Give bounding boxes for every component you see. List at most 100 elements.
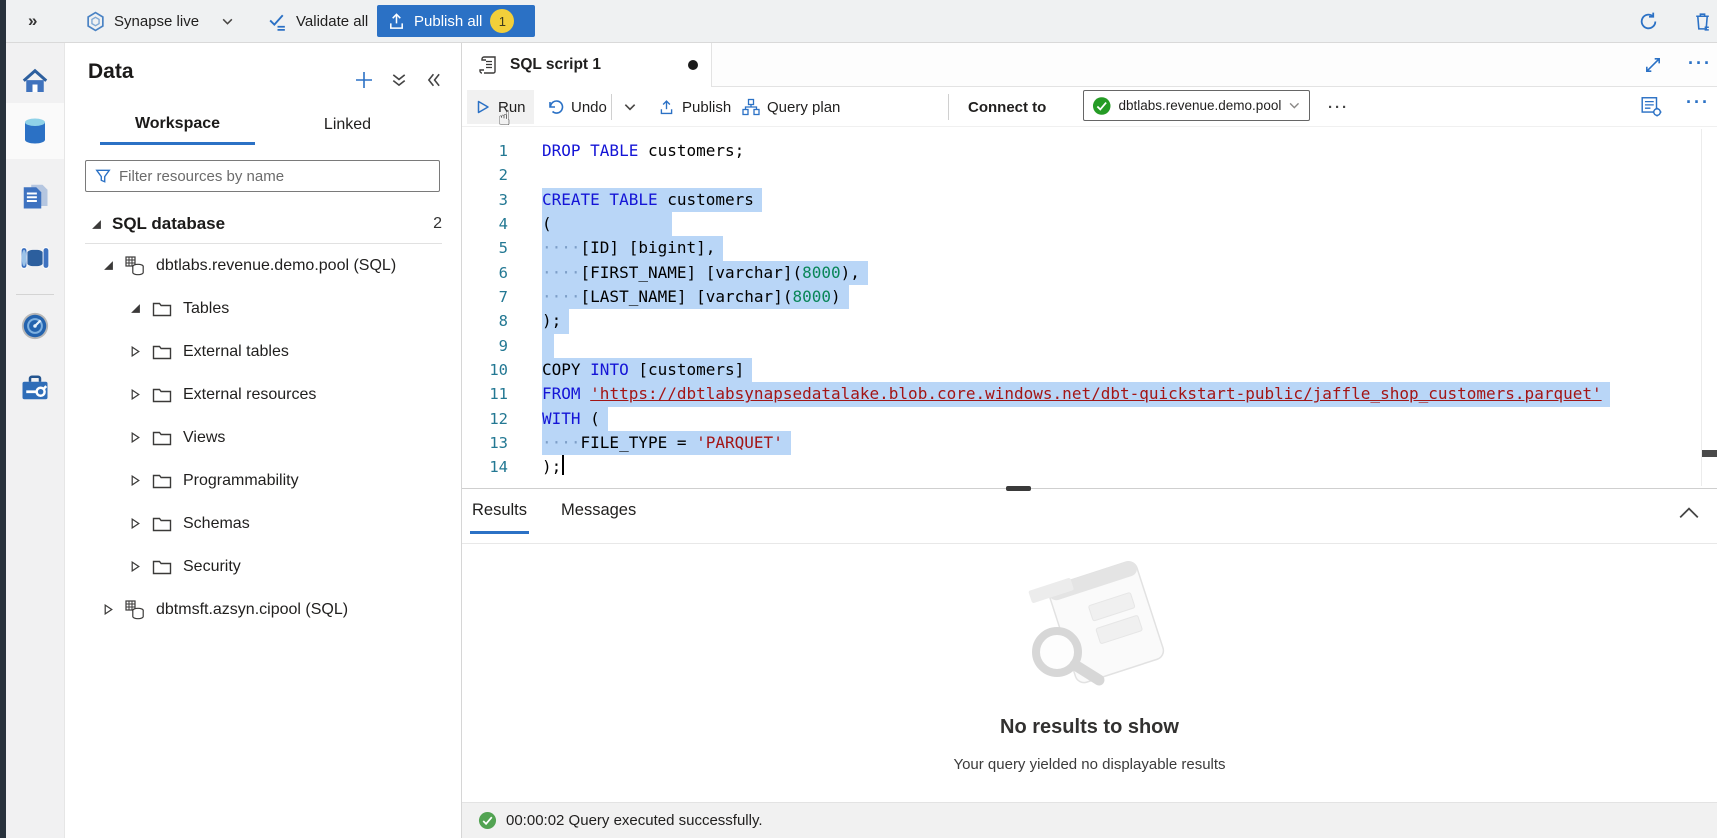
twisty-collapsed-icon[interactable] [101, 603, 115, 617]
query-plan-button[interactable]: Query plan [734, 90, 848, 124]
code-token: ( [581, 409, 600, 428]
editor-scrollbar-track[interactable] [1701, 129, 1702, 486]
publish-count-badge: 1 [490, 9, 514, 33]
twisty-expanded-icon[interactable] [101, 259, 115, 273]
pool-name: dbtlabs.revenue.demo.pool [1118, 98, 1281, 113]
line-number[interactable]: 8 [462, 309, 508, 333]
line-number[interactable]: 2 [462, 163, 508, 187]
tab-sql-script-1[interactable]: SQL script 1 [462, 43, 712, 87]
code-token: 8000 [802, 263, 841, 282]
synapse-logo-icon [85, 11, 106, 32]
tree-item-tables[interactable]: Tables [65, 287, 462, 330]
tree-item-dbtlabs-revenue-demo-pool-sql[interactable]: dbtlabs.revenue.demo.pool (SQL) [65, 244, 462, 287]
discard-button[interactable] [1692, 0, 1713, 42]
line-number[interactable]: 13 [462, 431, 508, 455]
refresh-button[interactable] [1638, 0, 1659, 42]
tree-section-sql-database[interactable]: SQL database2 [65, 205, 462, 243]
sql-script-icon [478, 55, 498, 75]
tab-more-actions-button[interactable]: ··· [1688, 53, 1712, 74]
run-options-chevron[interactable] [615, 90, 645, 124]
code-line-11[interactable]: 11FROM 'https://dbtlabsynapsedatalake.bl… [462, 382, 1717, 406]
validate-all-button[interactable]: Validate all [267, 0, 368, 42]
tab-workspace[interactable]: Workspace [100, 105, 255, 145]
line-number[interactable]: 7 [462, 285, 508, 309]
nav-data-button[interactable] [6, 103, 64, 159]
panel-resize-grip[interactable] [1006, 486, 1031, 491]
twisty-collapsed-icon[interactable] [128, 388, 142, 402]
tab-results[interactable]: Results [470, 501, 529, 534]
line-number[interactable]: 1 [462, 139, 508, 163]
tab-linked[interactable]: Linked [270, 105, 425, 145]
line-number[interactable]: 3 [462, 188, 508, 212]
results-tabs: Results Messages [470, 501, 638, 534]
twisty-collapsed-icon[interactable] [128, 474, 142, 488]
line-number[interactable]: 9 [462, 334, 508, 358]
nav-integrate-button[interactable] [6, 230, 64, 286]
publish-all-button[interactable]: Publish all 1 [377, 5, 535, 37]
code-line-9[interactable]: 9 [462, 334, 1717, 358]
selection-highlight: ····[LAST_NAME] [varchar](8000) [542, 285, 849, 309]
properties-button[interactable] [1640, 95, 1662, 117]
twisty-collapsed-icon[interactable] [128, 431, 142, 445]
tab-messages[interactable]: Messages [559, 501, 638, 534]
line-number[interactable]: 10 [462, 358, 508, 382]
nav-manage-button[interactable] [6, 360, 64, 416]
publish-all-label: Publish all [414, 13, 482, 30]
mode-selector[interactable]: Synapse live [85, 0, 234, 42]
more-commands-button[interactable]: ··· [1320, 90, 1357, 124]
nav-home-button[interactable] [6, 54, 64, 110]
tree-item-views[interactable]: Views [65, 416, 462, 459]
code-token: [customers] [629, 360, 745, 379]
editor-more-actions-button[interactable]: ··· [1686, 92, 1710, 113]
code-line-10[interactable]: 10COPY INTO [customers] [462, 358, 1717, 382]
twisty-collapsed-icon[interactable] [128, 560, 142, 574]
code-token: ); [542, 311, 561, 330]
double-chevron-right-icon: » [28, 11, 37, 31]
code-line-4[interactable]: 4( [462, 212, 1717, 236]
code-line-7[interactable]: 7 ····[LAST_NAME] [varchar](8000) [462, 285, 1717, 309]
nav-monitor-button[interactable] [6, 298, 64, 354]
twisty-collapsed-icon[interactable] [128, 517, 142, 531]
code-line-12[interactable]: 12WITH ( [462, 407, 1717, 431]
code-line-14[interactable]: 14); [462, 455, 1717, 479]
chevron-down-icon [1288, 99, 1301, 112]
tree-item-schemas[interactable]: Schemas [65, 502, 462, 545]
tree-item-dbtmsft-azsyn-cipool-sql[interactable]: dbtmsft.azsyn.cipool (SQL) [65, 588, 462, 631]
rail-divider [16, 294, 54, 295]
add-resource-button[interactable] [353, 69, 375, 91]
undo-button[interactable]: Undo [538, 90, 615, 124]
code-line-13[interactable]: 13····FILE_TYPE = 'PARQUET' [462, 431, 1717, 455]
twisty-collapsed-icon[interactable] [128, 345, 142, 359]
collapse-panel-button[interactable] [423, 69, 445, 91]
expand-editor-button[interactable] [1644, 56, 1662, 74]
sql-code-editor[interactable]: 1DROP TABLE customers;23CREATE TABLE cus… [462, 127, 1717, 488]
code-token: ) [831, 287, 841, 306]
code-line-2[interactable]: 2 [462, 163, 1717, 187]
filter-input[interactable] [119, 168, 430, 185]
tree-item-external-resources[interactable]: External resources [65, 373, 462, 416]
line-number[interactable]: 6 [462, 261, 508, 285]
publish-button[interactable]: Publish [650, 90, 739, 124]
line-number[interactable]: 4 [462, 212, 508, 236]
pool-dropdown[interactable]: dbtlabs.revenue.demo.pool [1083, 90, 1310, 121]
tree-item-programmability[interactable]: Programmability [65, 459, 462, 502]
tree-item-external-tables[interactable]: External tables [65, 330, 462, 373]
tree-item-security[interactable]: Security [65, 545, 462, 588]
nav-develop-button[interactable] [6, 168, 64, 224]
code-line-1[interactable]: 1DROP TABLE customers; [462, 139, 1717, 163]
collapse-results-button[interactable] [1678, 505, 1700, 521]
expand-panel-button[interactable]: » [28, 0, 37, 42]
code-line-5[interactable]: 5····[ID] [bigint], [462, 236, 1717, 260]
twisty-expanded-icon[interactable] [128, 302, 142, 316]
collapse-all-button[interactable] [388, 69, 410, 91]
code-line-8[interactable]: 8); [462, 309, 1717, 333]
code-line-3[interactable]: 3CREATE TABLE customers [462, 188, 1717, 212]
line-number[interactable]: 11 [462, 382, 508, 406]
line-number[interactable]: 14 [462, 455, 508, 479]
code-line-6[interactable]: 6····[FIRST_NAME] [varchar](8000), [462, 261, 1717, 285]
twisty-expanded-icon[interactable] [91, 219, 102, 230]
line-number[interactable]: 12 [462, 407, 508, 431]
line-number[interactable]: 5 [462, 236, 508, 260]
selection-highlight: ( [542, 212, 672, 236]
editor-scrollbar-thumb[interactable] [1702, 450, 1717, 457]
